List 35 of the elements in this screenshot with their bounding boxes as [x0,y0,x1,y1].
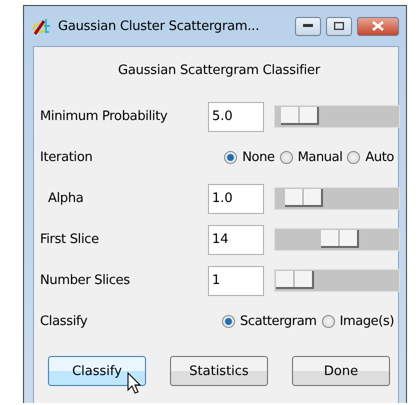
input-field[interactable]: 1.0 [208,184,264,214]
field-label: Alpha [47,191,84,206]
slider-track[interactable] [274,105,400,128]
maximize-icon [334,22,344,30]
window-title: Gaussian Cluster Scattergram... [58,18,260,34]
slider-track[interactable] [274,269,400,292]
input-field[interactable]: 14 [208,224,264,254]
close-icon [372,21,384,31]
dialog-button[interactable]: Statistics [170,356,268,386]
slider-track[interactable] [274,187,400,210]
field-label: Minimum Probability [40,109,168,124]
field-label: First Slice [40,232,100,247]
input-field[interactable]: 1 [208,266,264,296]
slider-thumb[interactable] [320,230,359,248]
radio-option[interactable]: Auto [347,150,394,165]
radio-option[interactable]: Scattergram [222,314,317,329]
field-label: Classify [40,314,88,329]
close-button[interactable] [357,16,399,36]
minimize-icon [303,24,313,28]
input-field[interactable]: 5.0 [208,102,264,132]
slider-thumb[interactable] [284,189,323,207]
scatter-pencil-icon [33,16,53,36]
radio-option[interactable]: Image(s) [322,314,394,329]
dialog-heading: Gaussian Scattergram Classifier [117,63,322,78]
mouse-pointer-icon [127,372,141,394]
dialog-button[interactable]: Done [292,356,390,386]
minimize-button[interactable] [295,16,321,36]
slider-thumb[interactable] [281,107,320,125]
field-label: Iteration [40,150,94,165]
slider-track[interactable] [274,228,400,251]
slider-thumb[interactable] [276,271,314,289]
radio-option[interactable]: None [224,150,275,165]
field-label: Number Slices [40,273,131,288]
radio-option[interactable]: Manual [280,150,342,165]
maximize-button[interactable] [326,16,352,36]
